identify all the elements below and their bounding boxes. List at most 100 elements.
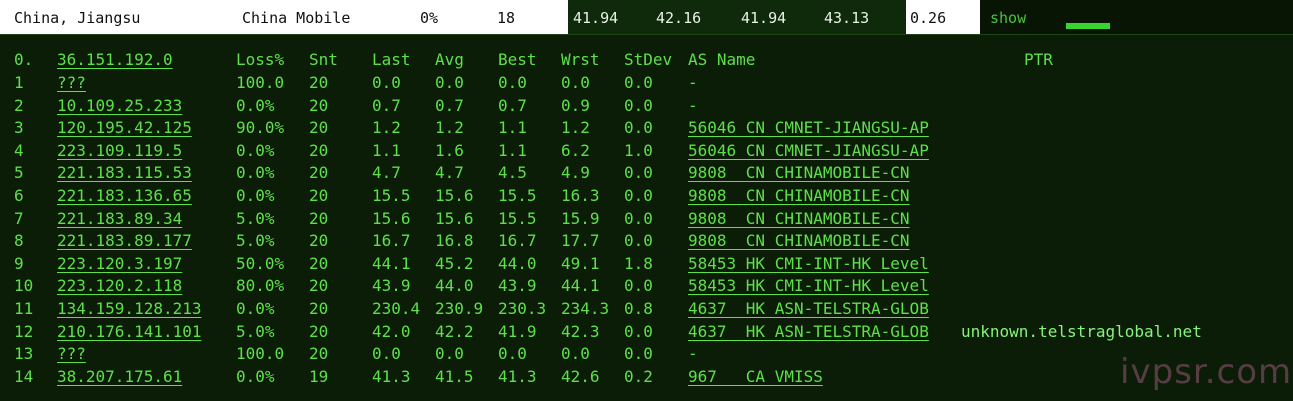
hop-host[interactable]: 221.183.89.177	[57, 230, 192, 252]
summary-bar: China, Jiangsu China Mobile 0% 18 41.94 …	[0, 0, 1293, 34]
hop-best: 4.5	[498, 163, 527, 183]
hop-loss: 80.0%	[236, 276, 285, 296]
hop-best: 15.5	[498, 208, 537, 228]
hop-as-name[interactable]: 56046 CN CMNET-JIANGSU-AP	[688, 140, 929, 162]
hop-host[interactable]: 223.120.3.197	[57, 253, 182, 275]
hop-stdev: 0.0	[624, 186, 653, 205]
summary-location: China, Jiangsu	[14, 9, 141, 27]
summary-last: 41.94	[573, 9, 619, 27]
hop-stdev: 0.0	[624, 118, 653, 138]
hop-host[interactable]: 210.176.141.101	[57, 321, 202, 343]
hop-as-name[interactable]: 4637 HK ASN-TELSTRA-GLOB	[688, 321, 929, 343]
hop-loss: 0.0%	[236, 140, 275, 160]
hop-host[interactable]: 221.183.115.53	[57, 162, 192, 184]
hop-as-name[interactable]: 9808 CN CHINAMOBILE-CN	[688, 208, 910, 230]
hop-number: 5	[14, 163, 24, 183]
hop-best: 230.3	[498, 299, 547, 318]
column-header-avg: Avg	[435, 50, 464, 69]
hop-stdev: 0.0	[624, 95, 653, 115]
hop-as-name[interactable]: 58453 HK CMI-INT-HK Level	[688, 275, 929, 297]
column-header-ptr: PTR	[1024, 50, 1053, 69]
hop-worst: 17.7	[561, 231, 600, 251]
target-index: 0.	[14, 50, 34, 69]
hop-sent: 20	[309, 95, 329, 115]
hop-sent: 20	[309, 118, 329, 138]
hop-avg: 0.7	[435, 95, 464, 115]
hop-loss: 90.0%	[236, 118, 285, 138]
hop-avg: 0.0	[435, 344, 464, 364]
hop-avg: 15.6	[435, 208, 474, 228]
hop-number: 1	[14, 73, 24, 92]
hop-stdev: 0.0	[624, 344, 653, 364]
hop-worst: 6.2	[561, 140, 590, 160]
summary-isp: China Mobile	[242, 9, 351, 27]
hop-as-name[interactable]: 9808 CN CHINAMOBILE-CN	[688, 230, 910, 252]
show-link[interactable]: show	[990, 8, 1026, 28]
terminal-output: 0. 36.151.192.0 Loss% Snt Last Avg Best …	[0, 34, 1293, 401]
column-header-as-name: AS Name	[688, 50, 756, 69]
hop-avg: 4.7	[435, 163, 464, 183]
hop-number: 12	[14, 321, 34, 341]
hop-avg: 41.5	[435, 366, 474, 386]
hop-best: 43.9	[498, 276, 537, 296]
hop-host[interactable]: 38.207.175.61	[57, 366, 182, 388]
hop-host[interactable]: ???	[57, 343, 86, 365]
hop-host[interactable]: 223.120.2.118	[57, 275, 182, 297]
hop-as-name[interactable]: 4637 HK ASN-TELSTRA-GLOB	[688, 298, 929, 320]
hop-number: 9	[14, 253, 24, 273]
hop-sent: 20	[309, 299, 329, 318]
hop-host[interactable]: 120.195.42.125	[57, 117, 192, 139]
hop-host[interactable]: 10.109.25.233	[57, 95, 182, 117]
scroll-indicator[interactable]	[1066, 23, 1110, 29]
hop-loss: 0.0%	[236, 95, 275, 115]
hop-stdev: 0.2	[624, 366, 653, 386]
hop-host[interactable]: 221.183.136.65	[57, 185, 192, 207]
hop-host[interactable]: ???	[57, 72, 86, 94]
hop-as-name[interactable]: 967 CA VMISS	[688, 366, 823, 388]
hop-loss: 0.0%	[236, 299, 275, 318]
summary-avg: 42.16	[656, 9, 702, 27]
hop-host[interactable]: 223.109.119.5	[57, 140, 182, 162]
hop-sent: 20	[309, 321, 329, 341]
hop-avg: 1.6	[435, 140, 464, 160]
hop-best: 44.0	[498, 253, 537, 273]
summary-stdev: 0.26	[910, 9, 947, 27]
hop-loss: 0.0%	[236, 163, 275, 183]
hop-as-name[interactable]: 9808 CN CHINAMOBILE-CN	[688, 162, 910, 184]
hop-number: 13	[14, 344, 34, 364]
hop-worst: 42.3	[561, 321, 600, 341]
hop-host[interactable]: 221.183.89.34	[57, 208, 182, 230]
hop-worst: 234.3	[561, 299, 610, 318]
hop-number: 6	[14, 186, 24, 205]
hop-worst: 0.0	[561, 344, 590, 364]
hop-sent: 20	[309, 276, 329, 296]
hop-as-name: -	[688, 95, 698, 115]
hop-host[interactable]: 134.159.128.213	[57, 298, 202, 320]
summary-worst: 43.13	[824, 9, 870, 27]
target-host[interactable]: 36.151.192.0	[57, 49, 173, 71]
hop-as-name[interactable]: 9808 CN CHINAMOBILE-CN	[688, 185, 910, 207]
hop-last: 4.7	[372, 163, 401, 183]
hop-avg: 45.2	[435, 253, 474, 273]
hop-best: 0.7	[498, 95, 527, 115]
hop-loss: 0.0%	[236, 366, 275, 386]
hop-loss: 50.0%	[236, 253, 285, 273]
column-header-loss: Loss%	[236, 50, 285, 69]
hop-loss: 5.0%	[236, 231, 275, 251]
hop-stdev: 0.0	[624, 208, 653, 228]
hop-best: 1.1	[498, 140, 527, 160]
hop-sent: 20	[309, 253, 329, 273]
hop-last: 1.1	[372, 140, 401, 160]
column-header-best: Best	[498, 50, 537, 69]
hop-avg: 42.2	[435, 321, 474, 341]
hop-worst: 0.9	[561, 95, 590, 115]
hop-stdev: 0.0	[624, 231, 653, 251]
hop-stdev: 1.8	[624, 253, 653, 273]
hop-worst: 44.1	[561, 276, 600, 296]
hop-best: 16.7	[498, 231, 537, 251]
hop-last: 230.4	[372, 299, 421, 318]
hop-as-name[interactable]: 56046 CN CMNET-JIANGSU-AP	[688, 117, 929, 139]
hop-as-name[interactable]: 58453 HK CMI-INT-HK Level	[688, 253, 929, 275]
hop-best: 1.1	[498, 118, 527, 138]
hop-stdev: 1.0	[624, 140, 653, 160]
